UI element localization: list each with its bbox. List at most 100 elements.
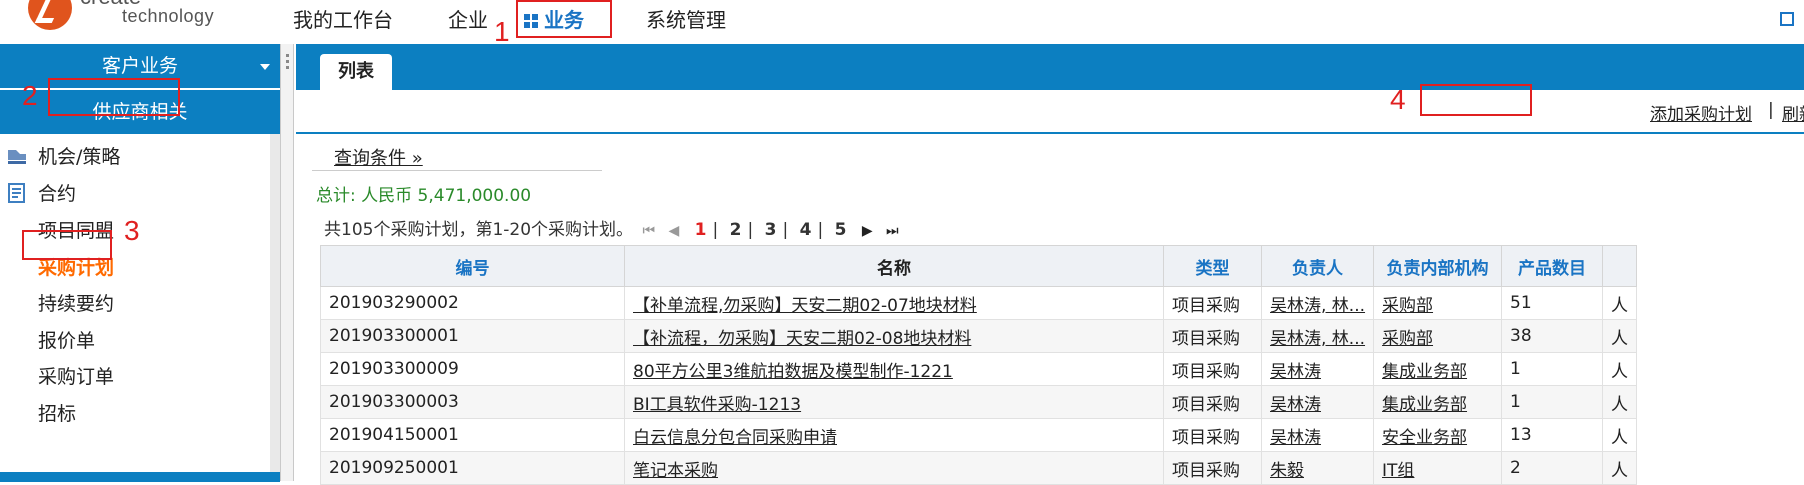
cell-type: 项目采购 bbox=[1163, 286, 1262, 320]
next-page-icon[interactable]: ▶ bbox=[862, 223, 873, 239]
table-row: 201903290002 【补单流程,勿采购】天安二期02-07地块材料 项目采… bbox=[320, 286, 1638, 320]
annotation-number-4: 4 bbox=[1390, 84, 1406, 115]
sidebar-item-purchase-order[interactable]: 采购订单 bbox=[0, 356, 270, 398]
cell-product-count: 1 bbox=[1501, 352, 1604, 386]
cell-department-link[interactable]: 安全业务部 bbox=[1373, 418, 1503, 452]
page-1[interactable]: 1 bbox=[695, 220, 707, 240]
cell-id: 201903300001 bbox=[320, 319, 625, 353]
cell-name-link[interactable]: 80平方公里3维航拍数据及模型制作-1221 bbox=[624, 352, 1164, 386]
cell-owner-link[interactable]: 吴林涛, 林... bbox=[1260, 319, 1375, 353]
table-row: 201904150001 白云信息分包合同采购申请 项目采购 吴林涛 安全业务部… bbox=[320, 418, 1638, 452]
sidebar-item-contract[interactable]: 合约 bbox=[0, 173, 270, 215]
sidebar-item-opportunity[interactable]: 机会/策略 bbox=[0, 136, 270, 178]
cell-type: 项目采购 bbox=[1163, 352, 1262, 386]
top-navbar: create technology 我的工作台 企业 业务 系统管理 bbox=[0, 0, 1804, 44]
prev-page-icon: ◀ bbox=[668, 223, 680, 239]
sidebar-item-tender[interactable]: 招标 bbox=[0, 393, 270, 435]
opportunity-icon bbox=[6, 139, 28, 164]
cell-department-link[interactable]: 采购部 bbox=[1373, 286, 1503, 320]
cell-name-link[interactable]: 【补流程，勿采购】天安二期02-08地块材料 bbox=[624, 319, 1164, 353]
cell-name-link[interactable]: 笔记本采购 bbox=[624, 451, 1164, 485]
table-row: 201903300001 【补流程，勿采购】天安二期02-08地块材料 项目采购… bbox=[320, 319, 1638, 353]
nav-my-workbench[interactable]: 我的工作台 bbox=[293, 0, 393, 44]
sidebar-item-label: 机会/策略 bbox=[38, 146, 121, 168]
query-conditions: 查询条件 » bbox=[312, 140, 602, 171]
column-header-department[interactable]: 负责内部机构 bbox=[1373, 245, 1503, 287]
cell-extra: 人 bbox=[1602, 451, 1638, 485]
column-header-product-count[interactable]: 产品数目 bbox=[1501, 245, 1604, 287]
cell-owner-link[interactable]: 吴林涛, 林... bbox=[1260, 286, 1375, 320]
sidebar-item-continuous-offer[interactable]: 持续要约 bbox=[0, 283, 270, 325]
sidebar-scrollbar[interactable] bbox=[270, 134, 280, 481]
page-3[interactable]: 3 bbox=[765, 220, 777, 240]
main-panel: 列表 添加采购计划 | 刷新 查询条件 » 总计: 人民币 5,471,000.… bbox=[296, 44, 1804, 485]
add-purchase-plan-link[interactable]: 添加采购计划 bbox=[1650, 100, 1752, 125]
table-row: 201903300003 BI工具软件采购-1213 项目采购 吴林涛 集成业务… bbox=[320, 385, 1638, 419]
purchase-plan-table: 编号 名称 类型 负责人 负责内部机构 产品数目 201903290002 【补… bbox=[320, 245, 1638, 485]
annotation-box-4 bbox=[1420, 84, 1532, 116]
table-row: 201903300009 80平方公里3维航拍数据及模型制作-1221 项目采购… bbox=[320, 352, 1638, 386]
cell-owner-link[interactable]: 吴林涛 bbox=[1260, 418, 1375, 452]
nav-enterprise[interactable]: 企业 bbox=[448, 0, 488, 44]
page-separator: | bbox=[782, 220, 789, 240]
cell-extra: 人 bbox=[1602, 319, 1638, 353]
caret-down-icon bbox=[260, 64, 270, 70]
cell-product-count: 1 bbox=[1501, 385, 1604, 419]
cell-department-link[interactable]: 集成业务部 bbox=[1373, 385, 1503, 419]
query-conditions-toggle[interactable]: 查询条件 » bbox=[334, 144, 423, 170]
annotation-box-2 bbox=[48, 78, 180, 116]
cell-department-link[interactable]: 采购部 bbox=[1373, 319, 1503, 353]
annotation-number-2: 2 bbox=[22, 80, 38, 111]
column-header-owner[interactable]: 负责人 bbox=[1260, 245, 1375, 287]
column-header-type[interactable]: 类型 bbox=[1163, 245, 1262, 287]
cell-id: 201904150001 bbox=[320, 418, 625, 452]
pager-summary: 共105个采购计划，第1-20个采购计划。 bbox=[324, 220, 634, 240]
annotation-box-1 bbox=[516, 0, 612, 38]
contract-icon bbox=[6, 176, 28, 203]
page-5[interactable]: 5 bbox=[835, 220, 847, 240]
action-bar: 添加采购计划 | 刷新 bbox=[296, 90, 1804, 134]
column-header-id[interactable]: 编号 bbox=[320, 245, 625, 287]
page-separator: | bbox=[747, 220, 754, 240]
cell-name-link[interactable]: BI工具软件采购-1213 bbox=[624, 385, 1164, 419]
page-4[interactable]: 4 bbox=[800, 220, 812, 240]
logo-subtitle: technology bbox=[122, 6, 215, 26]
cell-department-link[interactable]: IT组 bbox=[1373, 451, 1503, 485]
annotation-box-3 bbox=[22, 230, 112, 260]
cell-extra: 人 bbox=[1602, 418, 1638, 452]
action-separator: | bbox=[1768, 100, 1774, 120]
annotation-number-3: 3 bbox=[124, 215, 140, 246]
cell-name-link[interactable]: 白云信息分包合同采购申请 bbox=[624, 418, 1164, 452]
cell-name-link[interactable]: 【补单流程,勿采购】天安二期02-07地块材料 bbox=[624, 286, 1164, 320]
cell-department-link[interactable]: 集成业务部 bbox=[1373, 352, 1503, 386]
last-page-icon[interactable]: ⏭ bbox=[886, 223, 899, 239]
first-page-icon: ⏮ bbox=[642, 223, 656, 239]
cell-type: 项目采购 bbox=[1163, 319, 1262, 353]
nav-system-management[interactable]: 系统管理 bbox=[646, 0, 726, 44]
window-icon[interactable] bbox=[1780, 12, 1794, 26]
cell-owner-link[interactable]: 吴林涛 bbox=[1260, 385, 1375, 419]
company-logo: create technology bbox=[28, 0, 214, 30]
tab-list[interactable]: 列表 bbox=[320, 54, 392, 90]
cell-type: 项目采购 bbox=[1163, 418, 1262, 452]
cell-type: 项目采购 bbox=[1163, 385, 1262, 419]
cell-product-count: 38 bbox=[1501, 319, 1604, 353]
column-header-name: 名称 bbox=[624, 245, 1164, 287]
cell-id: 201903300003 bbox=[320, 385, 625, 419]
cell-type: 项目采购 bbox=[1163, 451, 1262, 485]
page-separator: | bbox=[712, 220, 719, 240]
cell-owner-link[interactable]: 吴林涛 bbox=[1260, 352, 1375, 386]
sidebar-header-label: 客户业务 bbox=[101, 55, 178, 77]
cell-id: 201903290002 bbox=[320, 286, 625, 320]
cell-product-count: 51 bbox=[1501, 286, 1604, 320]
cell-id: 201909250001 bbox=[320, 451, 625, 485]
cell-extra: 人 bbox=[1602, 385, 1638, 419]
column-header-extra bbox=[1602, 245, 1638, 287]
table-header-row: 编号 名称 类型 负责人 负责内部机构 产品数目 bbox=[320, 245, 1638, 287]
cell-owner-link[interactable]: 朱毅 bbox=[1260, 451, 1375, 485]
page-2[interactable]: 2 bbox=[730, 220, 742, 240]
refresh-link[interactable]: 刷新 bbox=[1782, 100, 1804, 125]
logo-mark-icon bbox=[28, 0, 72, 30]
panel-splitter[interactable] bbox=[280, 44, 294, 481]
table-row: 201909250001 笔记本采购 项目采购 朱毅 IT组 2 人 bbox=[320, 451, 1638, 485]
